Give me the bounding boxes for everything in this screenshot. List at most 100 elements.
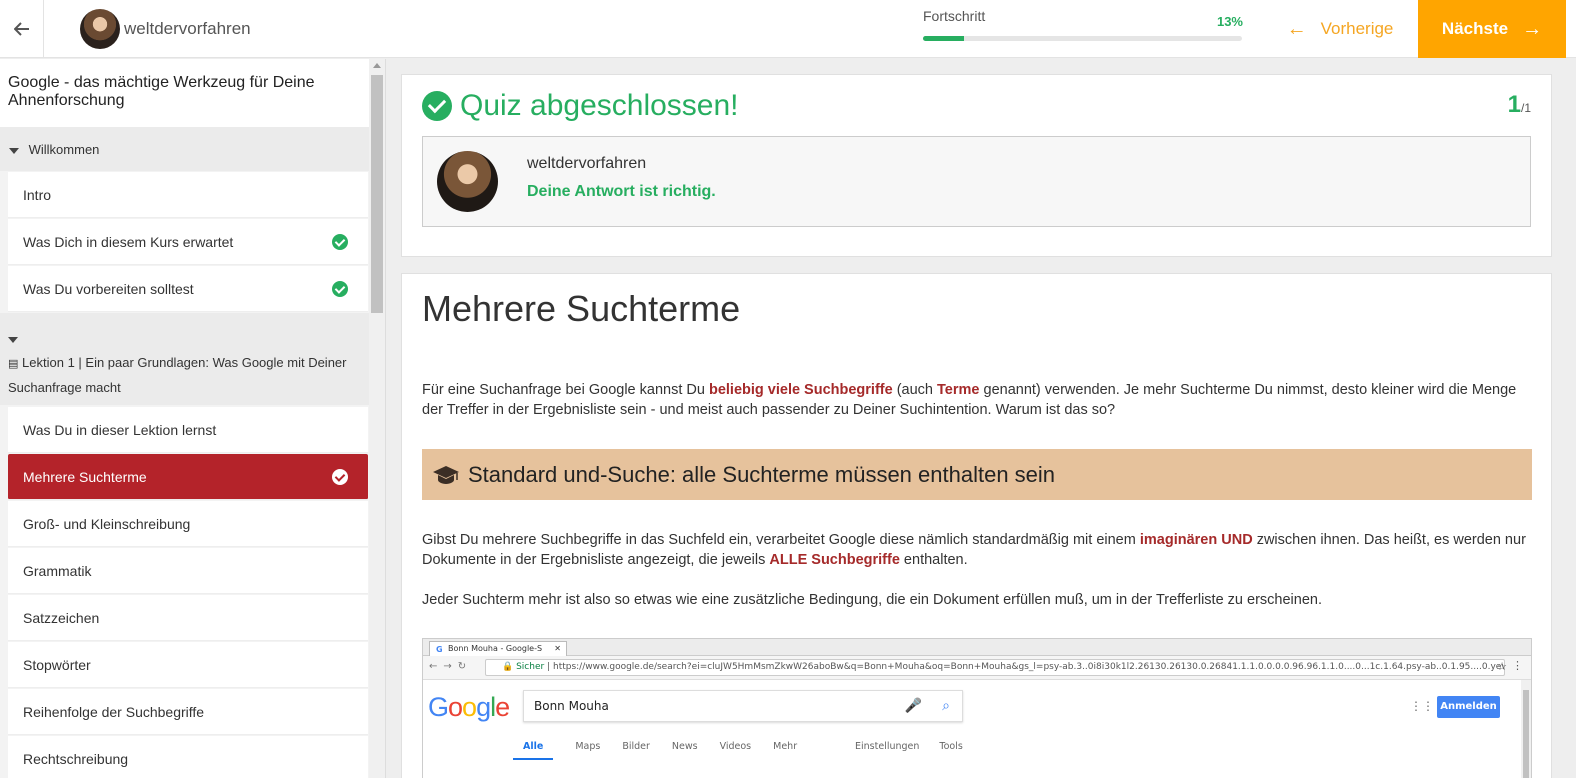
- graduation-cap-icon: [433, 465, 459, 484]
- menu-icon: ⋮: [1512, 659, 1523, 672]
- callout-heading: Standard und-Suche: alle Suchterme müsse…: [422, 449, 1532, 500]
- scroll-up-icon[interactable]: [373, 63, 381, 68]
- answer-author: weltdervorfahren: [527, 155, 647, 172]
- login-button: Anmelden: [1437, 696, 1500, 718]
- url-text: https://www.google.de/search?ei=cluJW5Hm…: [552, 662, 1505, 672]
- section-label: Lektion 1 | Ein paar Grundlagen: Was Goo…: [8, 355, 347, 395]
- google-tab: Tools: [939, 741, 963, 752]
- progress-percent: 13%: [1216, 14, 1243, 29]
- paragraph-intro: Für eine Suchanfrage bei Google kannst D…: [422, 380, 1532, 420]
- section-lektion-1[interactable]: ▤ Lektion 1 | Ein paar Grundlagen: Was G…: [0, 313, 369, 405]
- progress-label: Fortschritt: [923, 8, 986, 24]
- sidebar-item-grammatik[interactable]: Grammatik: [8, 548, 368, 594]
- book-icon: ▤: [8, 358, 19, 370]
- sidebar-item-intro[interactable]: Intro: [8, 172, 368, 218]
- progress: Fortschritt 13%: [923, 8, 1243, 41]
- sidebar-scrollbar[interactable]: [369, 59, 385, 778]
- arrow-left-icon: ←: [1286, 18, 1307, 40]
- google-tab: Videos: [719, 741, 752, 752]
- sidebar-item-stopwoerter[interactable]: Stopwörter: [8, 642, 368, 688]
- text: enthalten.: [899, 552, 968, 568]
- check-circle-icon: [422, 91, 452, 121]
- top-bar: weltdervorfahren Fortschritt 13% ← Vorhe…: [0, 0, 1576, 58]
- google-favicon-icon: G: [436, 645, 443, 654]
- sidebar-item-satzzeichen[interactable]: Satzzeichen: [8, 595, 368, 641]
- url-field: 🔒 Sicher | https://www.google.de/search?…: [485, 659, 1505, 676]
- sidebar-item-reihenfolge[interactable]: Reihenfolge der Suchbegriffe: [8, 689, 368, 735]
- course-title: Google - das mächtige Werkzeug für Deine…: [0, 59, 369, 127]
- quiz-count: 1/1: [1508, 91, 1531, 119]
- sidebar-item-kurs-erwartet[interactable]: Was Dich in diesem Kurs erwartet: [8, 219, 368, 265]
- check-circle-icon: [332, 469, 348, 485]
- browser-tab-strip: G Bonn Mouha - Google-S ✕: [423, 639, 1531, 656]
- answer-feedback: Deine Antwort ist richtig.: [527, 183, 716, 200]
- microphone-icon: 🎤: [904, 698, 922, 714]
- highlight: beliebig viele Suchbegriffe: [708, 382, 893, 398]
- sidebar-item-rechtschreibung[interactable]: Rechtschreibung: [8, 736, 368, 778]
- google-search-box: Bonn Mouha 🎤 ⌕: [523, 690, 963, 722]
- highlight: imaginären UND: [1139, 532, 1253, 548]
- next-button[interactable]: Nächste →: [1418, 0, 1566, 58]
- caret-down-icon: [9, 147, 19, 154]
- check-circle-icon: [332, 281, 348, 297]
- lesson-label: Rechtschreibung: [23, 750, 129, 767]
- quiz-title: Quiz abgeschlossen!: [422, 89, 739, 123]
- page-title: Mehrere Suchterme: [422, 288, 741, 329]
- browser-address-bar: ←→↻ 🔒 Sicher | https://www.google.de/sea…: [423, 656, 1531, 680]
- previous-button[interactable]: ← Vorherige: [1270, 0, 1410, 58]
- scroll-thumb: [1523, 690, 1529, 778]
- lesson-label: Reihenfolge der Suchbegriffe: [23, 703, 205, 720]
- secure-label: Sicher: [516, 662, 545, 672]
- google-search-screenshot: G Bonn Mouha - Google-S ✕ ←→↻ 🔒 Sicher |…: [422, 638, 1532, 778]
- text: Für eine Suchanfrage bei Google kannst D…: [422, 382, 709, 398]
- google-tab: News: [671, 741, 698, 752]
- lesson-content: Mehrere Suchterme Für eine Suchanfrage b…: [401, 273, 1552, 778]
- scroll-thumb[interactable]: [371, 75, 383, 313]
- google-tab: Mehr: [773, 741, 798, 752]
- brand[interactable]: weltdervorfahren: [80, 8, 251, 50]
- previous-label: Vorherige: [1320, 19, 1394, 38]
- google-page: Google Bonn Mouha 🎤 ⌕ ⋮⋮⋮ Anmelden Alle …: [423, 680, 1531, 778]
- lesson-label: Was Dich in diesem Kurs erwartet: [23, 233, 234, 250]
- screenshot-scrollbar: [1521, 680, 1531, 778]
- tab-title: Bonn Mouha - Google-S: [448, 644, 543, 653]
- caret-down-icon: [8, 336, 18, 343]
- quiz-title-text: Quiz abgeschlossen!: [460, 89, 739, 122]
- google-tabs: Alle Maps Bilder News Videos Mehr: [513, 741, 819, 760]
- text: (auch: [892, 382, 938, 398]
- google-tool-tabs: Einstellungen Tools: [855, 741, 963, 752]
- text: Gibst Du mehrere Suchbegriffe in das Suc…: [422, 532, 1140, 548]
- lesson-label: Intro: [23, 186, 52, 203]
- highlight: ALLE Suchbegriffe: [769, 552, 900, 568]
- google-tab: Maps: [575, 741, 601, 752]
- avatar: [80, 9, 120, 49]
- answer-box: weltdervorfahren Deine Antwort ist richt…: [422, 136, 1531, 227]
- lock-icon: 🔒: [502, 662, 514, 672]
- check-circle-icon: [332, 234, 348, 250]
- lesson-label: Was Du vorbereiten solltest: [23, 280, 194, 297]
- callout-text: Standard und-Suche: alle Suchterme müsse…: [468, 461, 1056, 487]
- google-tab: Einstellungen: [855, 741, 920, 752]
- arrow-left-icon: [13, 22, 29, 36]
- avatar: [437, 151, 498, 212]
- back-button[interactable]: [0, 0, 44, 58]
- arrow-right-icon: →: [1522, 18, 1543, 40]
- section-label: Willkommen: [28, 142, 100, 157]
- quiz-count-current: 1: [1507, 91, 1521, 118]
- quiz-result-card: Quiz abgeschlossen! 1/1 weltdervorfahren…: [401, 74, 1552, 257]
- sidebar-item-mehrere-suchterme[interactable]: Mehrere Suchterme: [8, 454, 368, 500]
- progress-fill: [923, 36, 965, 41]
- sidebar: Google - das mächtige Werkzeug für Deine…: [0, 59, 386, 778]
- google-tab: Alle: [513, 741, 554, 760]
- sidebar-item-lektion-lernst[interactable]: Was Du in dieser Lektion lernst: [8, 407, 368, 453]
- lesson-label: Groß- und Kleinschreibung: [23, 515, 191, 532]
- search-query: Bonn Mouha: [534, 699, 609, 713]
- browser-tab: G Bonn Mouha - Google-S ✕: [429, 641, 567, 656]
- paragraph-und-suche: Gibst Du mehrere Suchbegriffe in das Suc…: [422, 530, 1532, 570]
- sidebar-item-vorbereiten[interactable]: Was Du vorbereiten solltest: [8, 266, 368, 312]
- progress-bar: [923, 36, 1242, 41]
- sidebar-item-gross-klein[interactable]: Groß- und Kleinschreibung: [8, 501, 368, 547]
- section-welcome[interactable]: Willkommen: [0, 127, 369, 171]
- google-logo: Google: [428, 692, 510, 722]
- paragraph-bedingung: Jeder Suchterm mehr ist also so etwas wi…: [422, 592, 1322, 608]
